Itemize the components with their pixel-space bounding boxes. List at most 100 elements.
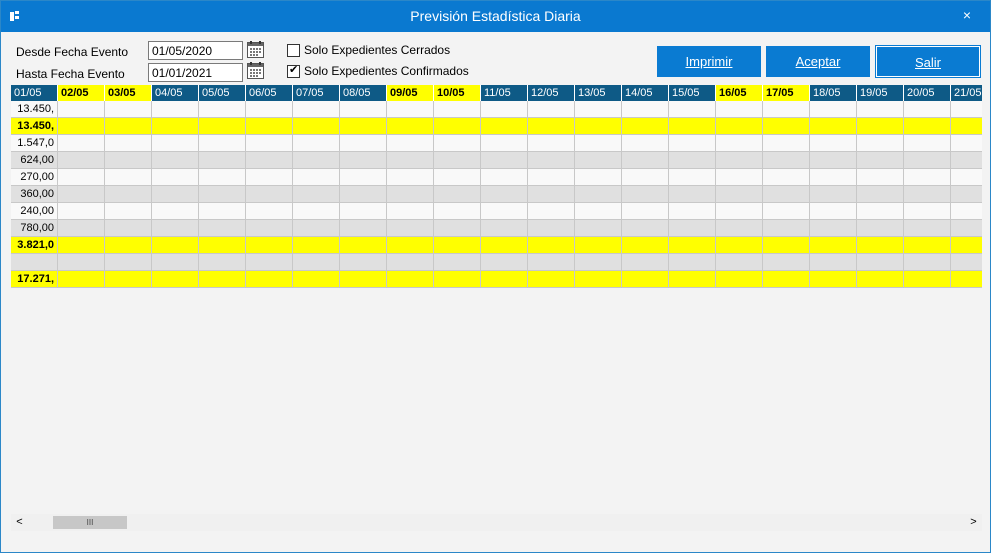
grid-cell[interactable]: [246, 237, 293, 254]
grid-cell[interactable]: [434, 271, 481, 288]
grid-cell[interactable]: [105, 271, 152, 288]
checkbox-box[interactable]: ✔: [287, 64, 300, 78]
grid-cell[interactable]: [716, 101, 763, 118]
grid-cell[interactable]: [951, 237, 982, 254]
grid-cell[interactable]: [293, 101, 340, 118]
grid-cell[interactable]: [199, 186, 246, 203]
grid-cell[interactable]: [716, 118, 763, 135]
grid-cell[interactable]: [763, 237, 810, 254]
column-header[interactable]: 20/05: [904, 85, 951, 101]
grid-cell[interactable]: [951, 254, 982, 271]
grid-cell[interactable]: [904, 220, 951, 237]
grid-cell[interactable]: [810, 101, 857, 118]
grid-cell[interactable]: [904, 101, 951, 118]
grid-cell[interactable]: [528, 152, 575, 169]
grid-cell[interactable]: [951, 271, 982, 288]
grid-cell[interactable]: [857, 220, 904, 237]
grid-cell[interactable]: [481, 118, 528, 135]
column-header[interactable]: 14/05: [622, 85, 669, 101]
grid-cell[interactable]: [857, 254, 904, 271]
grid-cell[interactable]: [481, 152, 528, 169]
grid-cell[interactable]: [340, 237, 387, 254]
grid-cell[interactable]: [199, 220, 246, 237]
grid-cell[interactable]: [669, 237, 716, 254]
grid-cell[interactable]: [105, 220, 152, 237]
grid-cell[interactable]: [669, 254, 716, 271]
grid-cell[interactable]: [105, 237, 152, 254]
grid-cell[interactable]: [434, 152, 481, 169]
scroll-thumb[interactable]: III: [53, 516, 127, 529]
row-total-cell[interactable]: 1.547,0: [11, 135, 58, 152]
grid-cell[interactable]: [58, 118, 105, 135]
grid-cell[interactable]: [246, 254, 293, 271]
grid-cell[interactable]: [293, 254, 340, 271]
grid-cell[interactable]: [293, 169, 340, 186]
grid-cell[interactable]: [622, 254, 669, 271]
desde-date-input[interactable]: [148, 41, 243, 60]
imprimir-button[interactable]: Imprimir: [657, 46, 761, 77]
grid-cell[interactable]: [434, 203, 481, 220]
grid-cell[interactable]: [575, 101, 622, 118]
grid-cell[interactable]: [387, 203, 434, 220]
grid-cell[interactable]: [152, 169, 199, 186]
grid-cell[interactable]: [105, 203, 152, 220]
grid-cell[interactable]: [810, 271, 857, 288]
grid-cell[interactable]: [857, 237, 904, 254]
grid-cell[interactable]: [340, 118, 387, 135]
grid-cell[interactable]: [293, 220, 340, 237]
grid-cell[interactable]: [199, 254, 246, 271]
grid-cell[interactable]: [575, 152, 622, 169]
confirmados-checkbox[interactable]: ✔ Solo Expedientes Confirmados: [287, 64, 469, 78]
grid-cell[interactable]: [904, 152, 951, 169]
column-header[interactable]: 07/05: [293, 85, 340, 101]
grid-cell[interactable]: [152, 186, 199, 203]
grid-cell[interactable]: [857, 203, 904, 220]
checkbox-box[interactable]: [287, 43, 300, 57]
column-header[interactable]: 01/05: [11, 85, 58, 101]
hasta-date-input[interactable]: [148, 63, 243, 82]
grid-cell[interactable]: [387, 186, 434, 203]
grid-cell[interactable]: [528, 254, 575, 271]
column-header[interactable]: 15/05: [669, 85, 716, 101]
grid-cell[interactable]: [246, 271, 293, 288]
grid-cell[interactable]: [152, 101, 199, 118]
grid-cell[interactable]: [763, 118, 810, 135]
salir-button[interactable]: Salir: [875, 45, 981, 78]
column-header[interactable]: 09/05: [387, 85, 434, 101]
grid-cell[interactable]: [857, 118, 904, 135]
grid-cell[interactable]: [434, 118, 481, 135]
row-total-cell[interactable]: 624,00: [11, 152, 58, 169]
column-header[interactable]: 16/05: [716, 85, 763, 101]
grid-cell[interactable]: [246, 101, 293, 118]
grid-cell[interactable]: [434, 237, 481, 254]
grid-cell[interactable]: [528, 186, 575, 203]
aceptar-button[interactable]: Aceptar: [766, 46, 870, 77]
row-total-cell[interactable]: 240,00: [11, 203, 58, 220]
grid-cell[interactable]: [58, 271, 105, 288]
column-header[interactable]: 13/05: [575, 85, 622, 101]
grid-cell[interactable]: [152, 118, 199, 135]
grid-cell[interactable]: [434, 186, 481, 203]
grid-cell[interactable]: [810, 254, 857, 271]
grid-cell[interactable]: [669, 271, 716, 288]
grid-cell[interactable]: [199, 135, 246, 152]
grid-cell[interactable]: [152, 254, 199, 271]
grid-cell[interactable]: [246, 220, 293, 237]
grid-cell[interactable]: [199, 118, 246, 135]
grid-cell[interactable]: [293, 152, 340, 169]
grid-cell[interactable]: [152, 203, 199, 220]
grid-cell[interactable]: [575, 118, 622, 135]
grid-cell[interactable]: [152, 271, 199, 288]
grid-cell[interactable]: [857, 271, 904, 288]
column-header[interactable]: 12/05: [528, 85, 575, 101]
grid-cell[interactable]: [58, 135, 105, 152]
grid-cell[interactable]: [810, 220, 857, 237]
grid-cell[interactable]: [58, 152, 105, 169]
grid-cell[interactable]: [857, 135, 904, 152]
grid-cell[interactable]: [340, 152, 387, 169]
grid-cell[interactable]: [622, 152, 669, 169]
grid-cell[interactable]: [622, 203, 669, 220]
grid-cell[interactable]: [152, 135, 199, 152]
column-header[interactable]: 18/05: [810, 85, 857, 101]
column-header[interactable]: 17/05: [763, 85, 810, 101]
